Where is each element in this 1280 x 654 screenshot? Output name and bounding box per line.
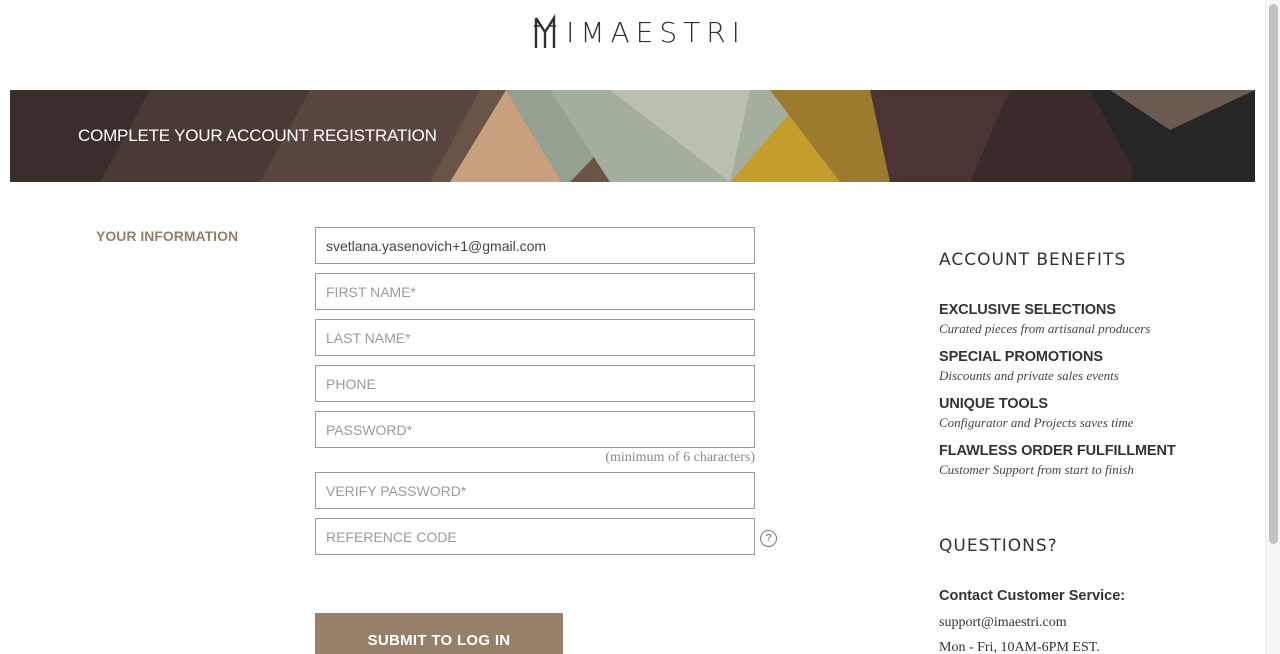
password-hint: (minimum of 6 characters) bbox=[605, 450, 755, 465]
benefit-item: EXCLUSIVE SELECTIONS Curated pieces from… bbox=[939, 302, 1150, 337]
scrollbar-thumb[interactable] bbox=[1269, 4, 1278, 544]
support-email-link[interactable]: support@imaestri.com bbox=[939, 615, 1067, 631]
benefit-item: FLAWLESS ORDER FULFILLMENT Customer Supp… bbox=[939, 443, 1176, 478]
account-benefits-title: ACCOUNT BENEFITS bbox=[939, 250, 1127, 270]
benefit-item: SPECIAL PROMOTIONS Discounts and private… bbox=[939, 349, 1119, 384]
page-scrollbar[interactable] bbox=[1265, 0, 1280, 654]
contact-heading: Contact Customer Service: bbox=[939, 588, 1126, 604]
your-information-label: YOUR INFORMATION bbox=[96, 228, 239, 244]
phone-field[interactable] bbox=[315, 365, 755, 402]
email-field[interactable] bbox=[315, 227, 755, 264]
registration-page: IMAESTRI COMPLETE YOUR ACCOUNT REGISTRAT… bbox=[0, 0, 1280, 654]
questions-title: QUESTIONS? bbox=[939, 536, 1058, 556]
logo-text: IMAESTRI bbox=[566, 15, 746, 49]
site-logo[interactable]: IMAESTRI bbox=[0, 14, 1280, 50]
benefit-description: Configurator and Projects saves time bbox=[939, 415, 1134, 430]
first-name-field[interactable] bbox=[315, 273, 755, 310]
submit-button[interactable]: SUBMIT TO LOG IN bbox=[315, 613, 563, 654]
benefit-heading: SPECIAL PROMOTIONS bbox=[939, 349, 1103, 365]
logo-mark-icon bbox=[534, 14, 557, 48]
benefit-description: Curated pieces from artisanal producers bbox=[939, 321, 1151, 336]
question-mark-icon[interactable]: ? bbox=[760, 530, 777, 547]
benefit-heading: FLAWLESS ORDER FULFILLMENT bbox=[939, 443, 1176, 459]
support-hours: Mon - Fri, 10AM-6PM EST. bbox=[939, 640, 1100, 654]
last-name-field[interactable] bbox=[315, 319, 755, 356]
registration-banner: COMPLETE YOUR ACCOUNT REGISTRATION bbox=[10, 90, 1255, 182]
benefit-item: UNIQUE TOOLS Configurator and Projects s… bbox=[939, 396, 1134, 431]
password-field[interactable] bbox=[315, 411, 755, 448]
benefit-heading: UNIQUE TOOLS bbox=[939, 396, 1048, 412]
benefit-description: Customer Support from start to finish bbox=[939, 462, 1134, 477]
verify-password-field[interactable] bbox=[315, 472, 755, 509]
banner-title: COMPLETE YOUR ACCOUNT REGISTRATION bbox=[78, 126, 437, 145]
benefit-heading: EXCLUSIVE SELECTIONS bbox=[939, 302, 1116, 318]
benefit-description: Discounts and private sales events bbox=[939, 368, 1119, 383]
reference-code-field[interactable] bbox=[315, 518, 755, 555]
